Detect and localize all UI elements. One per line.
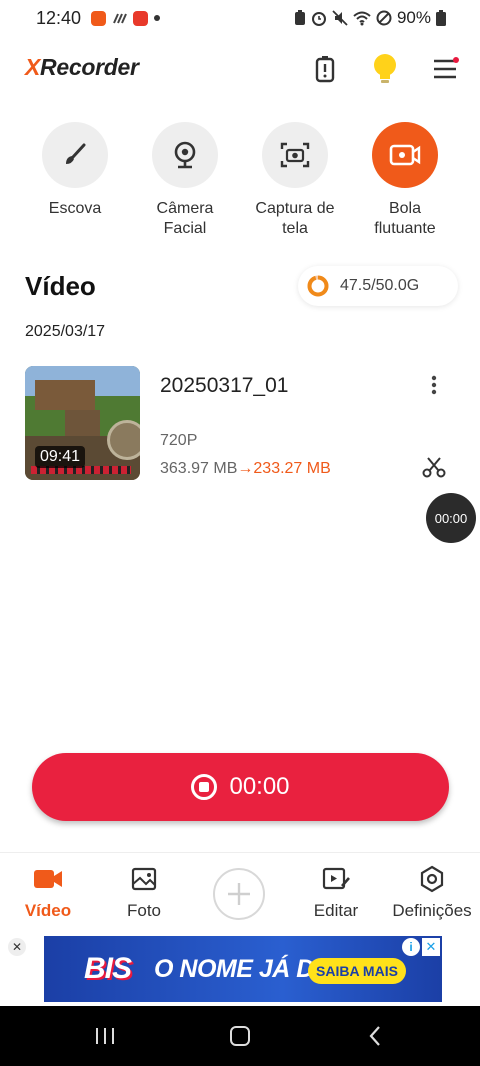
app-notification-icon [133,10,149,26]
video-size-original: 363.97 MB [160,460,238,477]
video-size: 363.97 MB→233.27 MB [160,460,331,478]
floating-timer[interactable]: 00:00 [426,493,476,543]
edit-video-icon [322,867,350,890]
nav-edit[interactable]: Editar [288,865,384,921]
tool-webcam-circle [152,122,218,188]
nav-video[interactable]: Vídeo [0,865,96,921]
tool-webcam[interactable]: Câmera Facial [130,122,240,239]
home-button[interactable] [225,1024,255,1048]
ad-brand: BIS [84,952,132,985]
tool-screenshot-circle [262,122,328,188]
storage-indicator[interactable]: 47.5/50.0G [298,266,458,306]
nav-edit-label: Editar [313,901,359,920]
video-thumbnail[interactable]: 09:41 [25,366,140,480]
video-resolution: 720P [160,432,198,449]
do-not-disturb-icon [376,10,392,26]
video-name: 20250317_01 [160,374,289,397]
tool-screenshot[interactable]: Captura de tela [240,122,350,239]
photo-icon [131,867,157,891]
record-button[interactable]: 00:00 [32,753,449,821]
battery-icon [436,10,446,26]
video-camera-icon [34,870,62,888]
dot-icon [154,15,161,21]
menu-button[interactable] [428,52,462,86]
bars-icon [113,13,127,23]
bottom-navigation: Vídeo Foto Editar Definições [0,852,480,934]
status-left-icons [91,10,161,26]
app-logo: XRecorder [25,54,139,80]
ad-dismiss-icon[interactable]: ✕ [422,938,440,956]
nav-settings[interactable]: Definições [384,865,480,921]
screenshot-icon [280,142,310,168]
video-size-compressed: 233.27 MB [253,460,331,477]
tool-floating-ball-circle [372,122,438,188]
settings-icon [420,865,444,893]
record-time: 00:00 [229,773,290,800]
section-title: Vídeo [25,271,96,301]
notification-dot [453,57,459,63]
ad-cta-button[interactable]: SAIBA MAIS [308,958,406,984]
quick-tools: Escova Câmera Facial Captura de tela Bol… [0,122,480,247]
nav-add-button[interactable] [213,868,265,920]
video-list-item[interactable]: 09:41 20250317_01 720P 363.97 MB→233.27 … [25,366,455,482]
nav-settings-label: Definições [392,901,472,920]
back-button[interactable] [360,1024,390,1048]
battery-settings-button[interactable] [308,52,342,86]
nav-video-label: Vídeo [24,901,72,920]
tool-webcam-label: Câmera Facial [156,200,214,237]
battery-percent: 90% [396,8,431,27]
ad-banner[interactable]: BIS O NOME JÁ DIZ SAIBA MAIS i ✕ [44,936,442,1002]
system-navigation-bar [0,1006,480,1066]
home-icon [230,1026,250,1046]
alarm-icon [311,12,326,26]
record-icon [191,774,218,800]
more-options-button[interactable] [423,372,445,398]
ad-close-button[interactable]: ✕ [8,938,26,956]
ad-info-icon[interactable]: i [402,938,420,956]
lightbulb-icon [374,54,396,83]
app-notification-icon [91,10,107,26]
mute-icon [332,10,348,26]
recent-apps-button[interactable] [90,1024,120,1048]
battery-saver-icon [294,10,305,25]
trim-button[interactable] [421,454,447,480]
battery-icon [315,56,335,83]
wifi-icon [353,11,371,26]
back-icon [369,1026,380,1046]
brush-icon [66,143,86,164]
recent-apps-icon [96,1028,114,1044]
status-bar: 12:40 90% [0,0,480,36]
tips-button[interactable] [368,52,402,86]
storage-ring-icon [307,275,329,297]
nav-photo[interactable]: Foto [96,865,192,921]
floating-ball-icon [389,144,421,166]
nav-photo-label: Foto [126,901,162,920]
more-vertical-icon [431,375,437,395]
storage-text: 47.5/50.0G [340,277,420,294]
tool-brush-circle [42,122,108,188]
date-label: 2025/03/17 [25,323,106,340]
tool-floating-ball-label: Bola flutuante [374,200,436,237]
tool-floating-ball[interactable]: Bola flutuante [350,122,460,239]
webcam-icon [174,141,196,169]
scissors-icon [422,457,446,478]
status-time: 12:40 [36,7,82,28]
tool-screenshot-label: Captura de tela [255,200,335,237]
video-duration: 09:41 [35,446,86,468]
app-header: XRecorder [0,44,480,94]
arrow-icon: → [237,460,254,477]
add-icon [228,883,250,905]
tool-brush-label: Escova [48,200,102,217]
tool-brush[interactable]: Escova [20,122,130,219]
